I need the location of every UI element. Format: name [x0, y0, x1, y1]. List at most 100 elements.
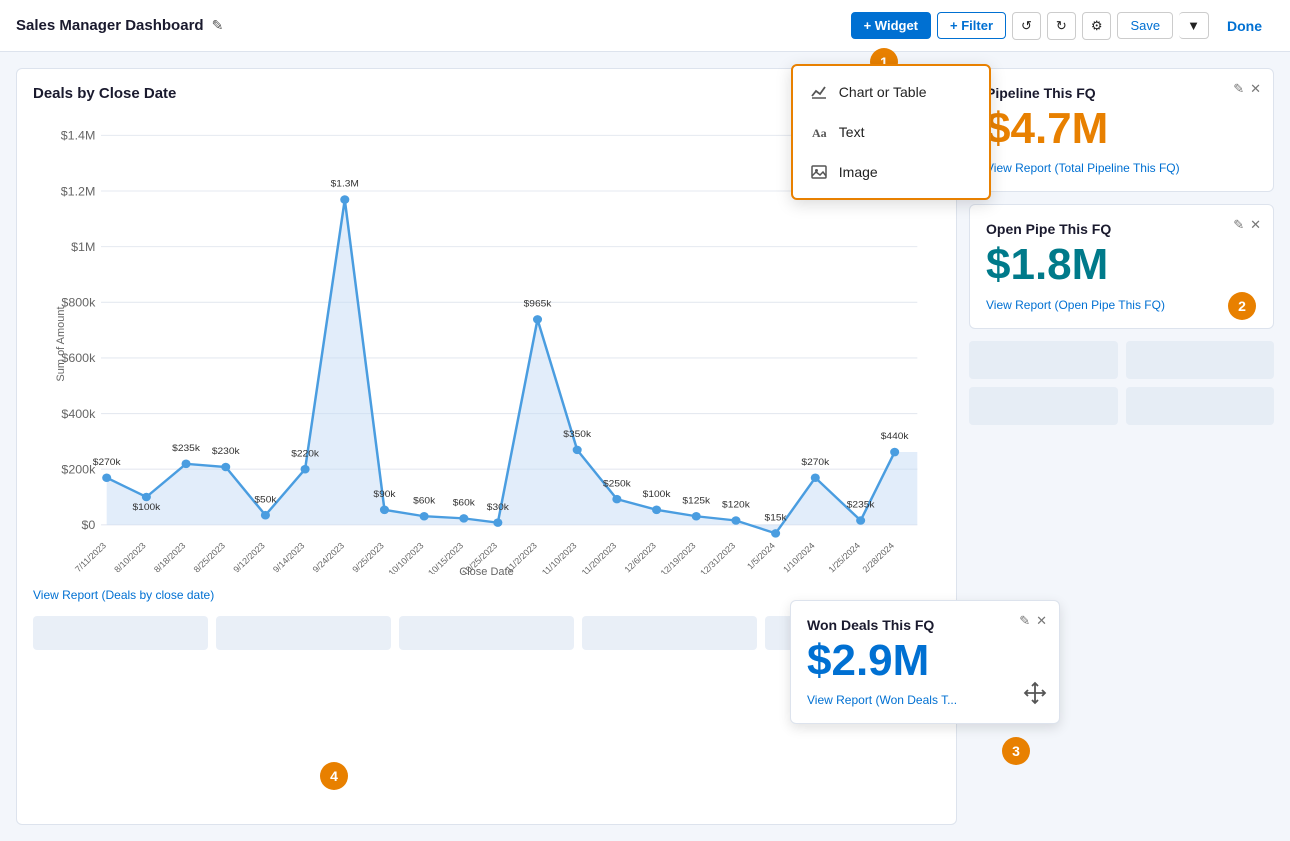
move-cursor-icon[interactable]: [1023, 681, 1047, 711]
svg-text:$60k: $60k: [413, 496, 435, 507]
edit-title-icon[interactable]: ✎: [212, 17, 224, 34]
open-pipe-close-button[interactable]: ✕: [1250, 217, 1261, 233]
done-button[interactable]: Done: [1215, 13, 1274, 39]
open-pipe-edit-button[interactable]: ✎: [1233, 217, 1244, 233]
settings-button[interactable]: ⚙: [1082, 12, 1112, 40]
won-deals-panel-actions: ✎ ✕: [1019, 613, 1047, 629]
svg-text:$1M: $1M: [71, 240, 95, 254]
badge-2: 2: [1228, 292, 1256, 320]
save-button[interactable]: Save: [1117, 12, 1173, 39]
y-axis-label: Sum of Amount: [55, 304, 67, 384]
image-item[interactable]: Image: [793, 152, 989, 192]
svg-text:$1.4M: $1.4M: [61, 129, 96, 143]
won-deals-panel: ✎ ✕ Won Deals This FQ $2.9M View Report …: [790, 600, 1060, 724]
svg-text:$60k: $60k: [453, 498, 475, 509]
svg-text:$1.2M: $1.2M: [61, 185, 96, 199]
right-placeholder-row-1: [969, 341, 1274, 425]
won-deals-value: $2.9M: [807, 637, 1043, 685]
svg-text:$15k: $15k: [765, 513, 787, 524]
pipeline-panel-actions: ✎ ✕: [1233, 81, 1261, 97]
header: Sales Manager Dashboard ✎ + Widget Chart…: [0, 0, 1290, 52]
svg-text:$0: $0: [81, 518, 95, 532]
svg-text:$270k: $270k: [801, 457, 829, 468]
open-pipe-value: $1.8M: [986, 241, 1257, 289]
chart-icon: [809, 82, 829, 102]
svg-text:11/10/2023: 11/10/2023: [540, 541, 579, 574]
svg-text:$120k: $120k: [722, 500, 750, 511]
svg-text:12/6/2023: 12/6/2023: [622, 541, 658, 574]
svg-text:8/10/2023: 8/10/2023: [112, 541, 148, 574]
header-right: + Widget Chart or Table Aa Text: [851, 12, 1274, 40]
open-pipe-panel-actions: ✎ ✕: [1233, 217, 1261, 233]
svg-text:11/20/2023: 11/20/2023: [580, 541, 619, 574]
svg-text:2/28/2024: 2/28/2024: [860, 541, 896, 574]
svg-text:$350k: $350k: [563, 429, 591, 440]
placeholder-cell: [33, 616, 208, 650]
placeholder-cell: [1126, 341, 1275, 379]
open-pipe-view-report[interactable]: View Report (Open Pipe This FQ): [986, 298, 1257, 312]
placeholder-cell: [399, 616, 574, 650]
svg-text:9/14/2023: 9/14/2023: [271, 541, 307, 574]
dashboard-title: Sales Manager Dashboard: [16, 17, 204, 34]
image-icon: [809, 162, 829, 182]
svg-text:9/24/2023: 9/24/2023: [310, 541, 346, 574]
svg-text:9/25/2023: 9/25/2023: [350, 541, 386, 574]
svg-text:$100k: $100k: [132, 502, 160, 513]
open-pipe-title: Open Pipe This FQ: [986, 221, 1257, 237]
filter-button[interactable]: + Filter: [937, 12, 1006, 39]
pipeline-close-button[interactable]: ✕: [1250, 81, 1261, 97]
svg-text:$220k: $220k: [291, 449, 319, 460]
svg-text:8/25/2023: 8/25/2023: [191, 541, 227, 574]
svg-text:10/10/2023: 10/10/2023: [386, 541, 425, 574]
won-deals-close-button[interactable]: ✕: [1036, 613, 1047, 629]
svg-text:12/19/2023: 12/19/2023: [658, 541, 697, 574]
svg-text:1/25/2024: 1/25/2024: [826, 541, 862, 574]
svg-text:12/31/2023: 12/31/2023: [698, 541, 737, 574]
placeholder-cell: [216, 616, 391, 650]
pipeline-title: Pipeline This FQ: [986, 85, 1257, 101]
won-deals-view-report[interactable]: View Report (Won Deals T...: [807, 693, 1043, 707]
placeholder-cell: [1126, 387, 1275, 425]
svg-text:$30k: $30k: [487, 502, 509, 513]
undo-button[interactable]: ↺: [1012, 12, 1041, 40]
image-label: Image: [839, 164, 878, 180]
text-label: Text: [839, 124, 865, 140]
svg-text:8/18/2023: 8/18/2023: [152, 541, 188, 574]
svg-text:$400k: $400k: [61, 407, 96, 421]
badge-4: 4: [320, 762, 348, 790]
chart-or-table-label: Chart or Table: [839, 84, 927, 100]
svg-text:10/25/2023: 10/25/2023: [460, 541, 499, 574]
header-left: Sales Manager Dashboard ✎: [16, 17, 223, 34]
redo-button[interactable]: ↻: [1047, 12, 1076, 40]
svg-text:$1.3M: $1.3M: [331, 179, 359, 190]
pipeline-view-report[interactable]: View Report (Total Pipeline This FQ): [986, 161, 1257, 175]
svg-text:10/15/2023: 10/15/2023: [426, 541, 465, 574]
svg-text:11/2/2023: 11/2/2023: [504, 541, 539, 574]
svg-text:$230k: $230k: [212, 446, 240, 457]
widget-dropdown-container: + Widget Chart or Table Aa Text: [851, 12, 931, 39]
svg-text:$270k: $270k: [93, 457, 121, 468]
svg-text:1/5/2024: 1/5/2024: [745, 541, 777, 571]
svg-text:$235k: $235k: [847, 500, 875, 511]
text-icon: Aa: [809, 122, 829, 142]
widget-button[interactable]: + Widget: [851, 12, 931, 39]
svg-text:$90k: $90k: [373, 489, 395, 500]
widget-dropdown-menu: Chart or Table Aa Text Image: [791, 64, 991, 200]
pipeline-edit-button[interactable]: ✎: [1233, 81, 1244, 97]
chart-or-table-item[interactable]: Chart or Table: [793, 72, 989, 112]
svg-text:$440k: $440k: [881, 431, 909, 442]
won-deals-edit-button[interactable]: ✎: [1019, 613, 1030, 629]
save-caret-button[interactable]: ▼: [1179, 12, 1209, 39]
svg-text:$250k: $250k: [603, 479, 631, 490]
text-item[interactable]: Aa Text: [793, 112, 989, 152]
svg-text:$100k: $100k: [643, 489, 671, 500]
pipeline-value: $4.7M: [986, 105, 1257, 153]
svg-text:$50k: $50k: [254, 495, 276, 506]
svg-text:$965k: $965k: [524, 299, 552, 310]
svg-text:$200k: $200k: [61, 463, 96, 477]
svg-text:$235k: $235k: [172, 443, 200, 454]
svg-text:7/11/2023: 7/11/2023: [73, 541, 108, 574]
pipeline-panel: ✎ ✕ Pipeline This FQ $4.7M View Report (…: [969, 68, 1274, 192]
svg-text:Aa: Aa: [812, 126, 827, 140]
svg-text:9/12/2023: 9/12/2023: [231, 541, 267, 574]
